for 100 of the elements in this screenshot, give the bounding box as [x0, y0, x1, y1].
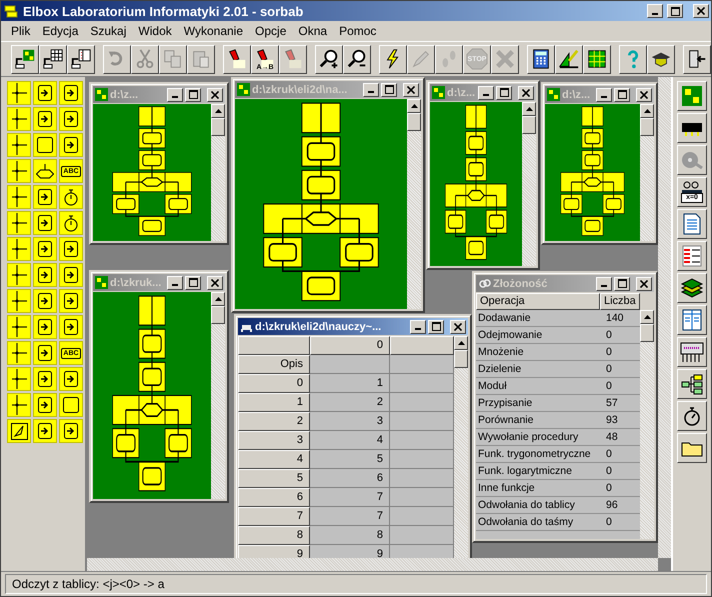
palette-tool[interactable]	[59, 211, 83, 235]
help-button[interactable]	[619, 44, 647, 74]
minimize-button[interactable]	[478, 86, 494, 100]
scroll-thumb[interactable]	[454, 350, 468, 368]
maximize-button[interactable]	[496, 86, 512, 100]
scroll-up-button[interactable]	[454, 336, 468, 350]
side-tool-button[interactable]	[677, 209, 707, 239]
close-button[interactable]	[693, 4, 709, 18]
palette-tool[interactable]	[33, 419, 57, 443]
close-button[interactable]	[636, 276, 652, 290]
palette-tool[interactable]	[33, 315, 57, 339]
set-square-button[interactable]	[555, 44, 583, 74]
scroll-up-button[interactable]	[640, 104, 654, 118]
palette-tool[interactable]	[33, 393, 57, 417]
menu-item[interactable]: Plik	[5, 24, 36, 38]
palette-tool[interactable]	[33, 159, 57, 183]
palette-tool[interactable]	[7, 367, 31, 391]
minimize-button[interactable]	[167, 88, 183, 102]
side-tool-button[interactable]	[677, 305, 707, 335]
minimize-button[interactable]	[363, 82, 379, 96]
palette-tool[interactable]	[59, 133, 83, 157]
table-arrow-button[interactable]	[39, 44, 67, 74]
palette-tool[interactable]	[33, 81, 57, 105]
close-button[interactable]	[207, 276, 223, 290]
palette-tool[interactable]	[7, 211, 31, 235]
vertical-scrollbar[interactable]	[211, 104, 225, 241]
palette-tool[interactable]	[59, 263, 83, 287]
menu-item[interactable]: Wykonanie	[178, 24, 250, 38]
side-tool-button[interactable]	[677, 401, 707, 431]
palette-tool[interactable]	[33, 367, 57, 391]
grid-button[interactable]	[583, 44, 611, 74]
close-button[interactable]	[403, 82, 419, 96]
maximize-button[interactable]	[428, 320, 444, 334]
menu-item[interactable]: Szukaj	[84, 24, 132, 38]
side-tool-button[interactable]	[677, 369, 707, 399]
minimize-button[interactable]	[647, 4, 663, 18]
palette-tool[interactable]	[33, 341, 57, 365]
vertical-scrollbar[interactable]	[407, 99, 421, 309]
palette-tool[interactable]	[59, 185, 83, 209]
close-button[interactable]	[450, 320, 466, 334]
palette-tool[interactable]	[7, 341, 31, 365]
scroll-up-button[interactable]	[407, 99, 421, 113]
zoom-in-button[interactable]	[315, 44, 343, 74]
scroll-thumb[interactable]	[211, 306, 225, 324]
palette-tool[interactable]	[59, 107, 83, 131]
palette-tool[interactable]	[7, 315, 31, 339]
zoom-out-button[interactable]	[343, 44, 371, 74]
scroll-thumb[interactable]	[407, 113, 421, 131]
list-arrow-button[interactable]	[67, 44, 95, 74]
vertical-scrollbar[interactable]	[640, 104, 654, 241]
palette-tool[interactable]	[33, 263, 57, 287]
minimize-button[interactable]	[167, 276, 183, 290]
close-button[interactable]	[518, 86, 534, 100]
close-button[interactable]	[207, 88, 223, 102]
palette-tool[interactable]	[59, 237, 83, 261]
menu-item[interactable]: Widok	[132, 24, 178, 38]
minimize-button[interactable]	[596, 88, 612, 102]
maximize-button[interactable]	[185, 88, 201, 102]
palette-tool[interactable]	[7, 393, 31, 417]
palette-tool[interactable]	[59, 419, 83, 443]
flashlight-button[interactable]	[223, 44, 251, 74]
palette-tool[interactable]	[7, 263, 31, 287]
mortarboard-button[interactable]	[647, 44, 675, 74]
scroll-thumb[interactable]	[640, 118, 654, 136]
palette-tool[interactable]	[59, 393, 83, 417]
menu-item[interactable]: Okna	[292, 24, 334, 38]
palette-tool[interactable]	[33, 185, 57, 209]
side-tool-button[interactable]	[677, 273, 707, 303]
door-arrow-button[interactable]	[683, 44, 711, 74]
menu-item[interactable]: Pomoc	[333, 24, 382, 38]
document-arrow-button[interactable]	[11, 44, 39, 74]
palette-tool[interactable]	[59, 81, 83, 105]
vertical-scrollbar[interactable]	[454, 336, 468, 560]
maximize-button[interactable]	[614, 88, 630, 102]
vertical-scrollbar[interactable]	[640, 310, 654, 539]
calculator-button[interactable]	[527, 44, 555, 74]
side-tool-button[interactable]	[677, 81, 707, 111]
palette-tool[interactable]	[33, 289, 57, 313]
palette-tool[interactable]	[59, 367, 83, 391]
palette-tool[interactable]	[33, 237, 57, 261]
scroll-thumb[interactable]	[640, 324, 654, 342]
vertical-scrollbar[interactable]	[211, 292, 225, 499]
scroll-up-button[interactable]	[640, 310, 654, 324]
palette-tool[interactable]	[7, 289, 31, 313]
palette-tool[interactable]	[7, 133, 31, 157]
scroll-up-button[interactable]	[522, 102, 536, 116]
palette-tool[interactable]	[7, 237, 31, 261]
vertical-scrollbar[interactable]	[522, 102, 536, 266]
palette-tool[interactable]	[7, 107, 31, 131]
scroll-thumb[interactable]	[522, 116, 536, 134]
palette-tool[interactable]	[33, 133, 57, 157]
palette-tool[interactable]	[59, 289, 83, 313]
palette-tool[interactable]	[7, 185, 31, 209]
maximize-button[interactable]	[614, 276, 630, 290]
palette-tool[interactable]	[33, 211, 57, 235]
horizontal-scrollbar[interactable]	[87, 558, 658, 571]
side-tool-button[interactable]	[677, 145, 707, 175]
minimize-button[interactable]	[596, 276, 612, 290]
maximize-button[interactable]	[667, 4, 683, 18]
scroll-up-button[interactable]	[211, 292, 225, 306]
